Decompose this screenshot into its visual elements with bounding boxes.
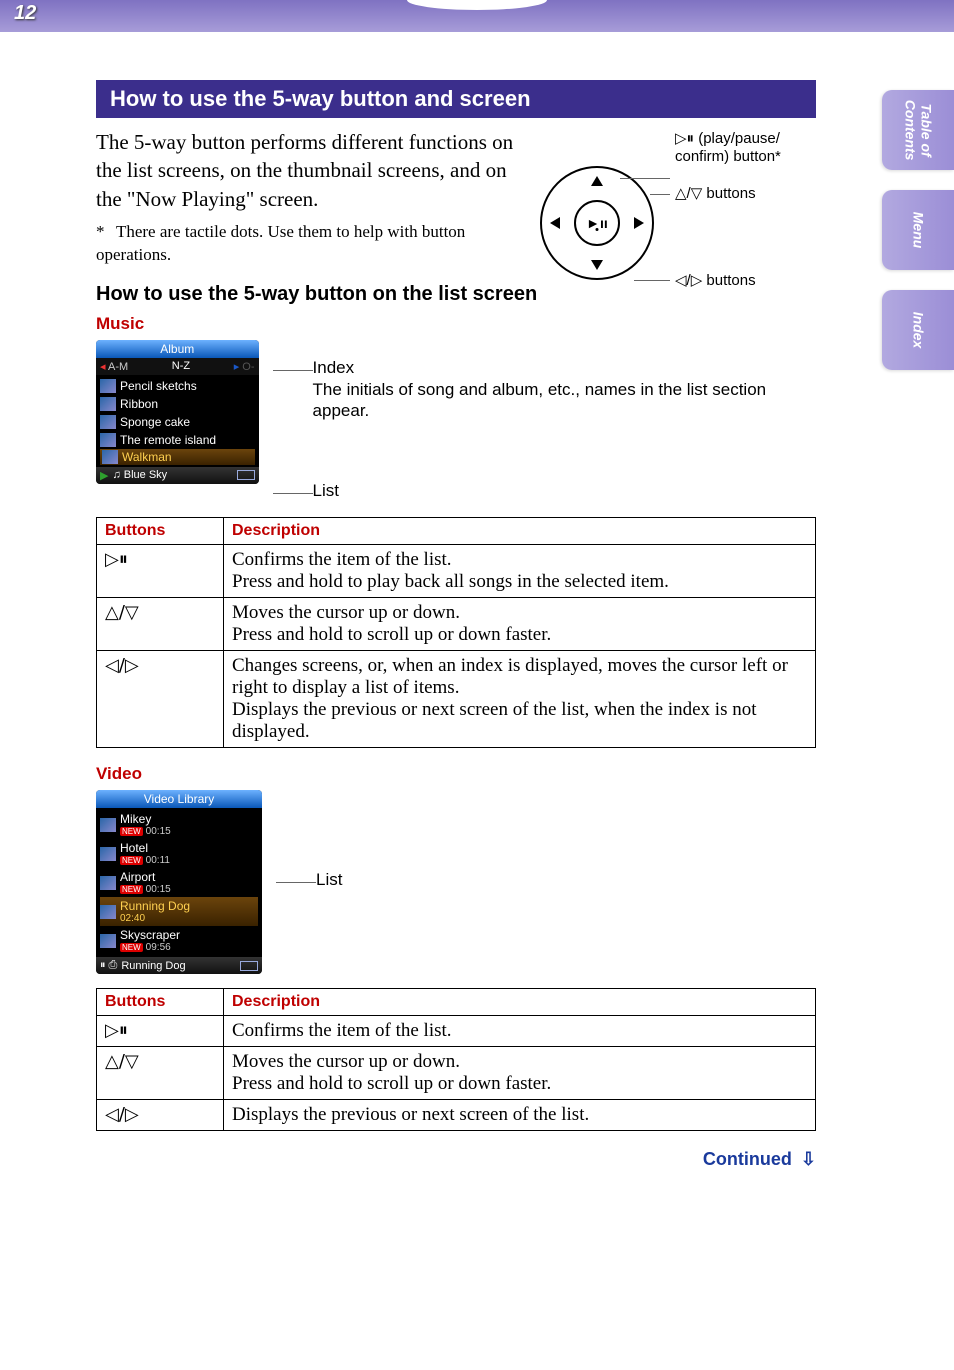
- tab-menu[interactable]: Menu: [882, 190, 954, 270]
- continued-label: Continued: [703, 1149, 792, 1169]
- thumbnail-icon: [100, 397, 116, 411]
- list-item: HotelNEW00:11: [100, 839, 258, 868]
- thumbnail-icon: [100, 433, 116, 447]
- thumbnail-icon: [102, 450, 118, 464]
- tab-index[interactable]: Index: [882, 290, 954, 370]
- description-cell: Moves the cursor up or down. Press and h…: [224, 1047, 816, 1100]
- button-glyph-cell: △/▽: [97, 598, 224, 651]
- table-row: ◁/▷Displays the previous or next screen …: [97, 1100, 816, 1131]
- video-figure: Video Library MikeyNEW00:15HotelNEW00:11…: [96, 790, 816, 974]
- music-index-row: ◂ A-M N-Z ▸ O-: [96, 358, 259, 375]
- list-item: The remote island: [100, 431, 255, 449]
- thumbnail-icon: [100, 876, 116, 890]
- list-item: Sponge cake: [100, 413, 255, 431]
- music-list: Pencil sketchsRibbonSponge cakeThe remot…: [96, 375, 259, 467]
- annot-list-label: List: [313, 481, 339, 501]
- arrow-down-icon: ⇩: [801, 1149, 816, 1170]
- new-badge: NEW: [120, 827, 143, 836]
- th-buttons: Buttons: [97, 989, 224, 1016]
- footnote: * There are tactile dots. Use them to he…: [96, 221, 526, 267]
- new-badge: NEW: [120, 856, 143, 865]
- footnote-text: There are tactile dots. Use them to help…: [96, 222, 465, 264]
- annot-index-title: Index: [313, 358, 816, 378]
- music-now-playing: ♫ Blue Sky: [112, 469, 167, 481]
- thumbnail-icon: [100, 379, 116, 393]
- music-heading: Music: [96, 314, 816, 334]
- video-mock-screen: Video Library MikeyNEW00:15HotelNEW00:11…: [96, 790, 262, 974]
- description-cell: Moves the cursor up or down. Press and h…: [224, 598, 816, 651]
- side-tabs: Table of Contents Menu Index: [882, 90, 954, 390]
- video-status-text: Running Dog: [121, 960, 185, 972]
- video-buttons-table: Buttons Description ▷⏸Confirms the item …: [96, 988, 816, 1131]
- index-nz: N-Z: [172, 360, 190, 373]
- music-screen-title: Album: [96, 340, 259, 358]
- annot-index-desc: The initials of song and album, etc., na…: [313, 380, 816, 421]
- music-statusbar: ▶ ♫ Blue Sky: [96, 467, 259, 484]
- list-item: MikeyNEW00:15: [100, 810, 258, 839]
- tab-toc-label: Table of Contents: [902, 100, 934, 161]
- thumbnail-icon: [100, 934, 116, 948]
- list-item: SkyscraperNEW09:56: [100, 926, 258, 955]
- music-figure: Album ◂ A-M N-Z ▸ O- Pencil sketchsRibbo…: [96, 340, 816, 504]
- button-glyph-cell: △/▽: [97, 1047, 224, 1100]
- table-row: △/▽Moves the cursor up or down. Press an…: [97, 598, 816, 651]
- th-description: Description: [224, 989, 816, 1016]
- footnote-star: *: [96, 221, 112, 244]
- table-row: △/▽Moves the cursor up or down. Press an…: [97, 1047, 816, 1100]
- button-glyph-cell: ▷⏸: [97, 1016, 224, 1047]
- description-cell: Changes screens, or, when an index is di…: [224, 651, 816, 748]
- battery-icon: [237, 470, 255, 480]
- lead-line: [273, 370, 313, 371]
- new-badge: NEW: [120, 943, 143, 952]
- list-item: Running Dog02:40: [100, 897, 258, 926]
- subheading-list-screen: How to use the 5-way button on the list …: [96, 283, 816, 306]
- button-glyph-cell: ▷⏸: [97, 545, 224, 598]
- tab-toc[interactable]: Table of Contents: [882, 90, 954, 170]
- description-cell: Confirms the item of the list.: [224, 1016, 816, 1047]
- battery-icon: [240, 961, 258, 971]
- music-mock-screen: Album ◂ A-M N-Z ▸ O- Pencil sketchsRibbo…: [96, 340, 259, 484]
- thumbnail-icon: [100, 847, 116, 861]
- tab-index-label: Index: [910, 312, 926, 349]
- table-row: ▷⏸Confirms the item of the list. Press a…: [97, 545, 816, 598]
- description-cell: Displays the previous or next screen of …: [224, 1100, 816, 1131]
- intro-paragraph: The 5-way button performs different func…: [96, 128, 526, 213]
- video-heading: Video: [96, 764, 816, 784]
- video-statusbar: ⏸ ⎙ Running Dog: [96, 957, 262, 974]
- tab-menu-label: Menu: [910, 212, 926, 249]
- header-notch: [407, 0, 547, 10]
- list-item: Walkman: [100, 449, 255, 465]
- index-am: ◂ A-M: [100, 360, 128, 373]
- video-list: MikeyNEW00:15HotelNEW00:11AirportNEW00:1…: [96, 808, 262, 957]
- new-badge: NEW: [120, 885, 143, 894]
- lead-line: [276, 882, 316, 883]
- video-screen-title: Video Library: [96, 790, 262, 808]
- section-heading: How to use the 5-way button and screen: [96, 80, 816, 118]
- video-status-prefix: ⏸ ⎙: [100, 959, 117, 972]
- description-cell: Confirms the item of the list. Press and…: [224, 545, 816, 598]
- header-strip: 12: [0, 0, 954, 32]
- continued-link[interactable]: Continued ⇩: [96, 1149, 816, 1170]
- button-glyph-cell: ◁/▷: [97, 651, 224, 748]
- page-number: 12: [14, 2, 36, 25]
- index-other: ▸ O-: [234, 360, 255, 373]
- list-item: AirportNEW00:15: [100, 868, 258, 897]
- th-description: Description: [224, 518, 816, 545]
- button-glyph-cell: ◁/▷: [97, 1100, 224, 1131]
- thumbnail-icon: [100, 818, 116, 832]
- annot-list-label: List: [316, 870, 342, 890]
- music-buttons-table: Buttons Description ▷⏸Confirms the item …: [96, 517, 816, 748]
- thumbnail-icon: [100, 415, 116, 429]
- list-item: Ribbon: [100, 395, 255, 413]
- table-row: ◁/▷Changes screens, or, when an index is…: [97, 651, 816, 748]
- table-row: ▷⏸Confirms the item of the list.: [97, 1016, 816, 1047]
- th-buttons: Buttons: [97, 518, 224, 545]
- list-item: Pencil sketchs: [100, 377, 255, 395]
- thumbnail-icon: [100, 905, 116, 919]
- lead-line: [273, 493, 313, 494]
